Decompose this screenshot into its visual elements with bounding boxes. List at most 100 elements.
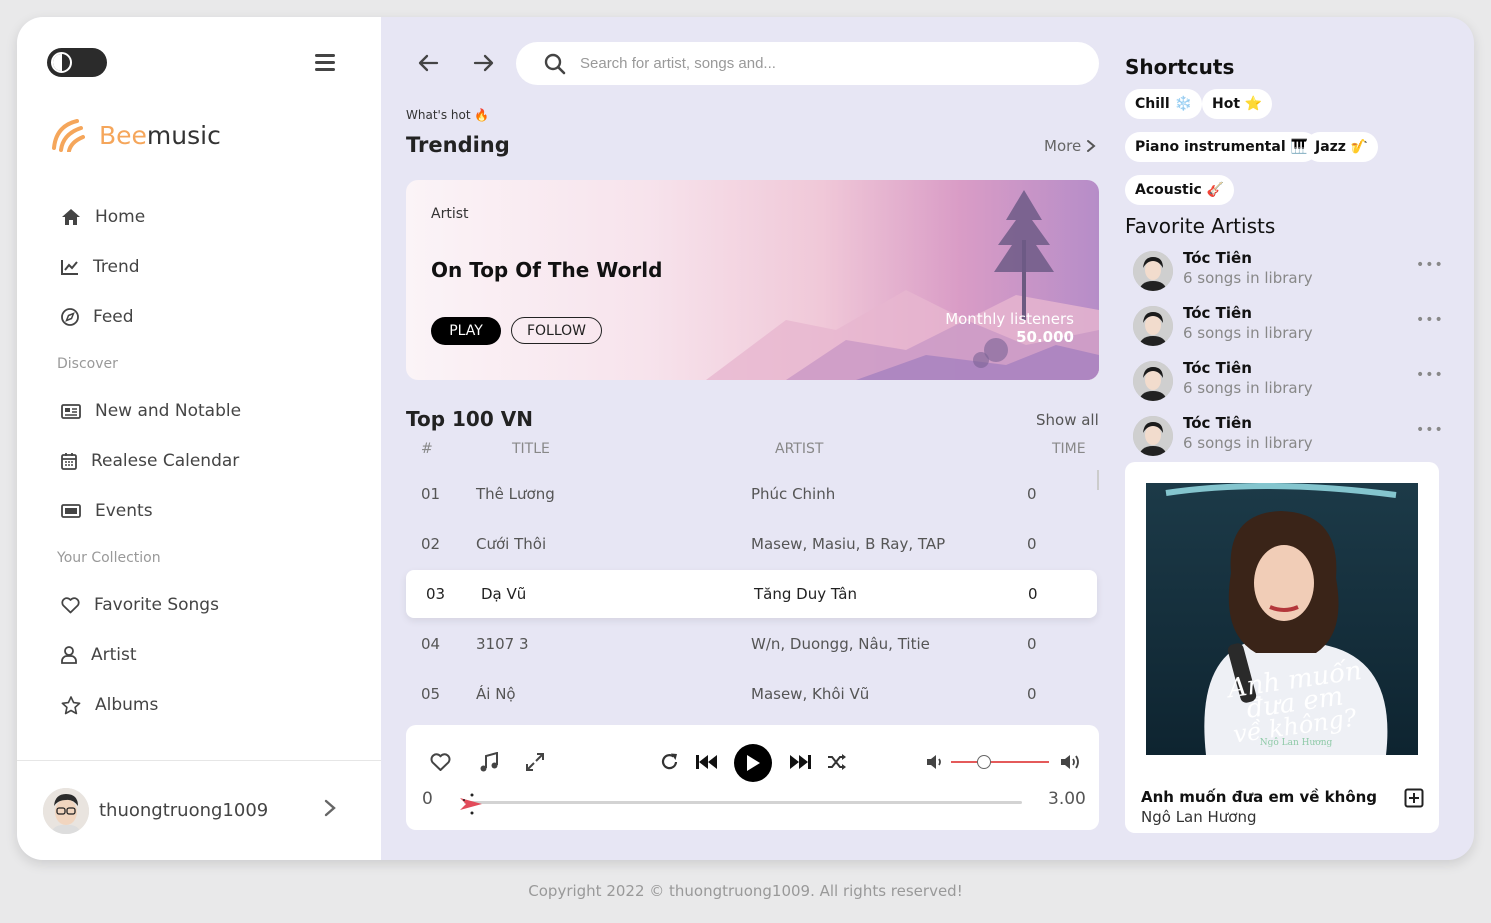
table-row[interactable]: 01 Thê Lương Phúc Chinh 0 bbox=[406, 470, 1099, 518]
sidebar-item-label: Home bbox=[95, 207, 146, 227]
artist-avatar bbox=[1133, 361, 1173, 401]
newspaper-icon bbox=[61, 403, 81, 419]
artist-song-count: 6 songs in library bbox=[1183, 379, 1313, 397]
row-artist: Masew, Masiu, B Ray, TAP bbox=[751, 535, 946, 553]
favorite-artist-item[interactable]: Tóc Tiên 6 songs in library ••• bbox=[1133, 249, 1443, 294]
shortcut-chip[interactable]: Hot ⭐ bbox=[1202, 89, 1273, 119]
chevron-right-icon[interactable] bbox=[323, 798, 337, 818]
logo[interactable]: Beemusic bbox=[51, 118, 221, 152]
sidebar-item-new-notable[interactable]: New and Notable bbox=[61, 401, 241, 421]
search-bar[interactable] bbox=[516, 42, 1099, 85]
sidebar-item-label: Favorite Songs bbox=[94, 595, 219, 615]
sidebar-item-feed[interactable]: Feed bbox=[61, 307, 134, 327]
sidebar-item-artist[interactable]: Artist bbox=[61, 645, 137, 665]
avatar bbox=[43, 788, 89, 834]
sidebar: Beemusic Home Trend Feed Discover New an… bbox=[17, 17, 381, 860]
app-window: Beemusic Home Trend Feed Discover New an… bbox=[17, 17, 1474, 860]
row-num: 02 bbox=[421, 535, 441, 553]
shuffle-icon[interactable] bbox=[827, 753, 847, 771]
sidebar-item-events[interactable]: Events bbox=[61, 501, 153, 521]
row-artist: Masew, Khôi Vũ bbox=[751, 685, 870, 703]
col-header-artist: ARTIST bbox=[775, 441, 824, 457]
sidebar-item-label: Realese Calendar bbox=[91, 451, 240, 471]
heart-icon bbox=[61, 596, 80, 613]
col-header-title: TITLE bbox=[512, 441, 550, 457]
theme-toggle[interactable] bbox=[47, 48, 107, 77]
row-time: 0 bbox=[1027, 535, 1037, 553]
sidebar-item-release-calendar[interactable]: Realese Calendar bbox=[61, 451, 239, 471]
right-panel: Shortcuts Chill ❄️ Hot ⭐ Piano instrumen… bbox=[1125, 17, 1474, 860]
progress-knob-icon[interactable] bbox=[458, 792, 484, 816]
sidebar-item-favorite-songs[interactable]: Favorite Songs bbox=[61, 595, 219, 615]
volume-slider[interactable] bbox=[951, 761, 1049, 763]
compass-icon bbox=[61, 308, 79, 326]
album-art-image: Anh muốn đưa em về không? Ngô Lan Hương bbox=[1146, 483, 1418, 755]
artist-name: Tóc Tiên bbox=[1183, 304, 1252, 322]
shortcut-chip[interactable]: Piano instrumental 🎹 bbox=[1125, 132, 1318, 162]
user-profile-bar[interactable]: thuongtruong1009 bbox=[17, 760, 381, 860]
row-title: Dạ Vũ bbox=[481, 585, 527, 603]
total-time: 3.00 bbox=[1048, 789, 1086, 809]
skip-previous-icon[interactable] bbox=[695, 754, 718, 770]
favorite-artist-item[interactable]: Tóc Tiên 6 songs in library ••• bbox=[1133, 414, 1443, 459]
artist-name: Tóc Tiên bbox=[1183, 249, 1252, 267]
more-options-icon[interactable]: ••• bbox=[1416, 367, 1444, 383]
volume-slider-knob[interactable] bbox=[977, 755, 991, 769]
forward-arrow-icon[interactable] bbox=[473, 54, 495, 72]
play-pause-button[interactable] bbox=[734, 744, 772, 782]
progress-bar[interactable] bbox=[464, 801, 1022, 804]
row-title: Ái Nộ bbox=[476, 685, 516, 703]
table-row[interactable]: 02 Cưới Thôi Masew, Masiu, B Ray, TAP 0 bbox=[406, 520, 1099, 568]
sidebar-item-label: Events bbox=[95, 501, 153, 521]
shortcut-chip[interactable]: Acoustic 🎸 bbox=[1125, 175, 1235, 205]
shortcut-chip[interactable]: Jazz 🎷 bbox=[1305, 132, 1379, 162]
show-all-link[interactable]: Show all bbox=[1036, 411, 1099, 429]
favorite-artist-item[interactable]: Tóc Tiên 6 songs in library ••• bbox=[1133, 359, 1443, 404]
favorite-artist-item[interactable]: Tóc Tiên 6 songs in library ••• bbox=[1133, 304, 1443, 349]
back-arrow-icon[interactable] bbox=[417, 54, 439, 72]
username: thuongtruong1009 bbox=[99, 800, 269, 821]
skip-next-icon[interactable] bbox=[789, 754, 812, 770]
row-title: 3107 3 bbox=[476, 635, 529, 653]
hamburger-menu-icon[interactable] bbox=[315, 54, 335, 75]
table-row[interactable]: 05 Ái Nộ Masew, Khôi Vũ 0 bbox=[406, 670, 1099, 718]
row-num: 01 bbox=[421, 485, 441, 503]
volume-low-icon[interactable] bbox=[926, 754, 944, 770]
more-options-icon[interactable]: ••• bbox=[1416, 422, 1444, 438]
sidebar-item-label: Albums bbox=[95, 695, 159, 715]
artist-avatar bbox=[1133, 306, 1173, 346]
artist-song-count: 6 songs in library bbox=[1183, 269, 1313, 287]
search-icon bbox=[544, 53, 566, 74]
more-link[interactable]: More bbox=[1044, 137, 1097, 155]
shortcut-chip[interactable]: Chill ❄️ bbox=[1125, 89, 1202, 119]
sidebar-item-home[interactable]: Home bbox=[61, 207, 145, 227]
music-note-icon[interactable] bbox=[479, 752, 499, 773]
table-row[interactable]: 04 3107 3 W/n, Duongg, Nâu, Titie 0 bbox=[406, 620, 1099, 668]
heart-icon[interactable] bbox=[430, 753, 451, 772]
art-credit: Ngô Lan Hương bbox=[1260, 737, 1333, 748]
row-artist: Tăng Duy Tân bbox=[754, 585, 857, 603]
top100-title: Top 100 VN bbox=[406, 407, 533, 431]
expand-icon[interactable] bbox=[526, 753, 544, 771]
more-options-icon[interactable]: ••• bbox=[1416, 257, 1444, 273]
main-content: What's hot 🔥 Trending More Artist On Top… bbox=[381, 17, 1125, 860]
volume-high-icon[interactable] bbox=[1060, 753, 1082, 771]
follow-button[interactable]: FOLLOW bbox=[511, 317, 602, 344]
row-num: 05 bbox=[421, 685, 441, 703]
table-row-active[interactable]: 03 Dạ Vũ Tăng Duy Tân 0 bbox=[406, 570, 1097, 618]
chart-line-icon bbox=[61, 260, 78, 275]
music-player: 0 3.00 bbox=[406, 725, 1099, 830]
listeners-label: Monthly listeners bbox=[945, 310, 1074, 328]
more-options-icon[interactable]: ••• bbox=[1416, 312, 1444, 328]
sidebar-item-albums[interactable]: Albums bbox=[61, 695, 158, 715]
current-time: 0 bbox=[422, 789, 433, 809]
row-artist: W/n, Duongg, Nâu, Titie bbox=[751, 635, 930, 653]
sidebar-item-trend[interactable]: Trend bbox=[61, 257, 140, 277]
monthly-listeners: Monthly listeners 50.000 bbox=[945, 310, 1074, 346]
search-input[interactable] bbox=[580, 55, 1060, 72]
repeat-icon[interactable] bbox=[660, 752, 680, 772]
add-to-playlist-icon[interactable] bbox=[1404, 788, 1424, 808]
more-label: More bbox=[1044, 137, 1082, 155]
play-button[interactable]: PLAY bbox=[431, 317, 501, 345]
row-artist: Phúc Chinh bbox=[751, 485, 836, 503]
